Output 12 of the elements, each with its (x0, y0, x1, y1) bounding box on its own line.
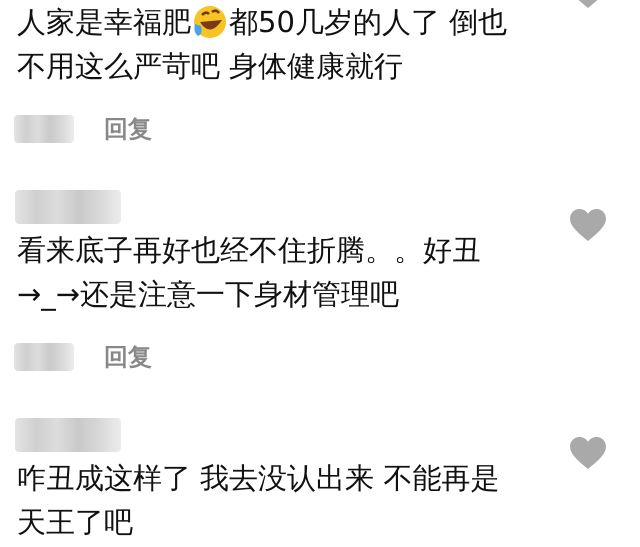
reply-link[interactable]: 回复 (104, 341, 152, 373)
comment-text: →_→还是注意一下身材管理吧 (17, 276, 400, 313)
blurred-timestamp (14, 115, 74, 143)
comment-text: 人家是幸福肥 (17, 4, 191, 41)
laughing-crying-emoji-icon (192, 4, 228, 40)
comment-text: 咋丑成这样了 我去没认出来 不能再是 (17, 460, 500, 497)
comment-text: 不用这么严苛吧 身体健康就行 (17, 48, 404, 85)
blurred-timestamp (14, 343, 74, 371)
reply-link[interactable]: 回复 (104, 113, 152, 145)
comment-text: 看来底子再好也经不住折腾。。好丑 (17, 232, 481, 269)
comment-text: 天王了吧 (17, 504, 133, 541)
comment-text: 都50几岁的人了 倒也 (229, 4, 508, 41)
